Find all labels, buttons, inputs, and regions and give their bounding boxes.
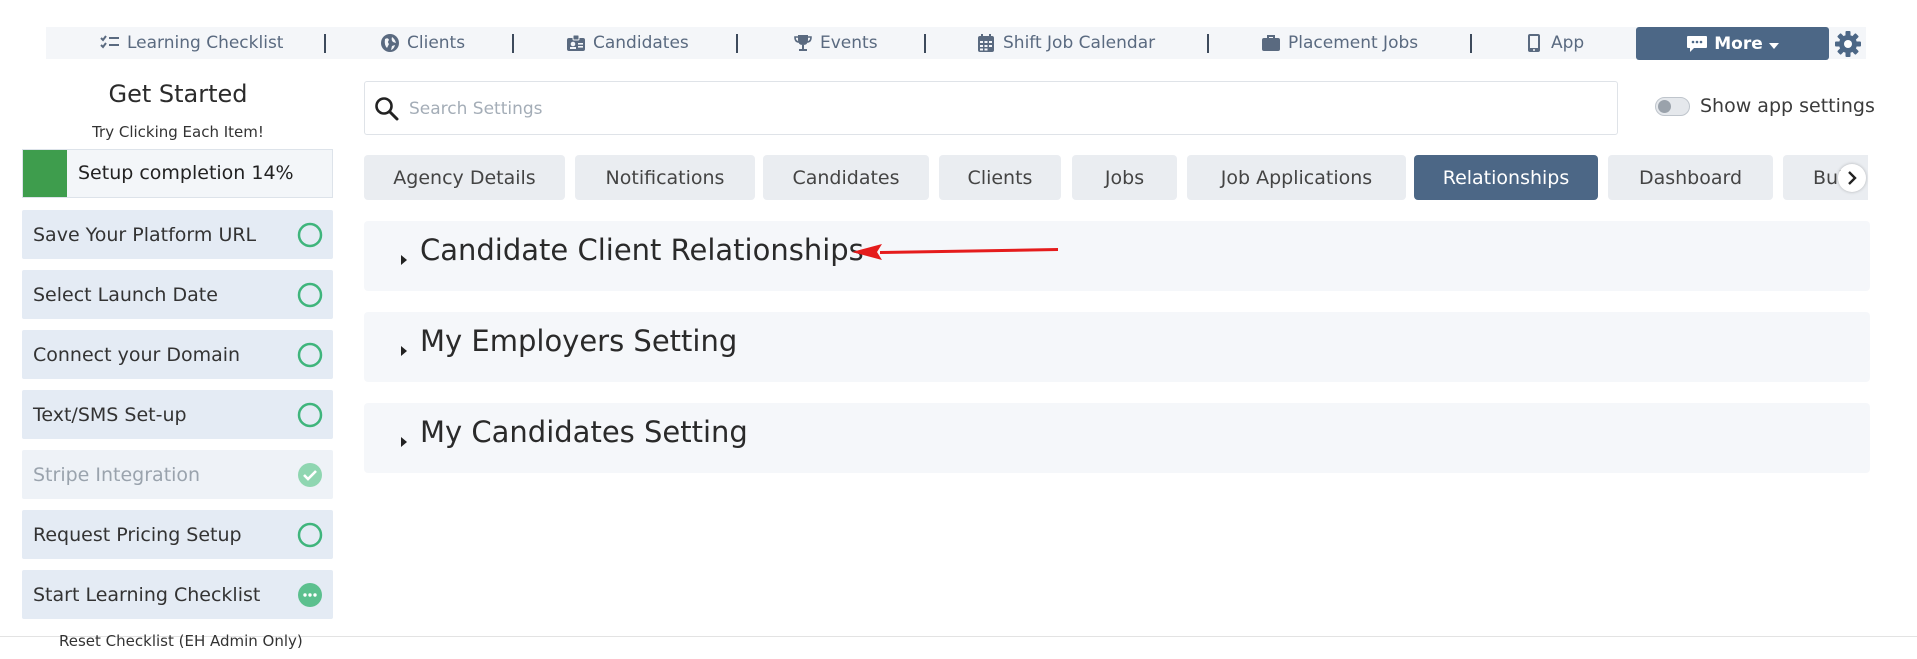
settings-tabs: Agency Details Notifications Candidates … [364,155,1868,200]
checklist-item-label: Start Learning Checklist [33,583,261,606]
settings-search-box [364,81,1618,135]
tab-agency-details[interactable]: Agency Details [364,155,565,200]
search-icon [374,96,400,122]
reset-checklist-link[interactable]: Reset Checklist (EH Admin Only) [59,632,303,650]
annotation-arrow [850,242,1060,262]
show-app-settings-label: Show app settings [1700,95,1875,117]
progress-label: Setup completion 14% [78,162,294,184]
tab-clients[interactable]: Clients [939,155,1061,200]
tab-jobs[interactable]: Jobs [1072,155,1177,200]
checklist-item-label: Select Launch Date [33,283,218,306]
section-title: My Candidates Setting [420,415,748,449]
briefcase-icon [1261,33,1281,53]
nav-learning-checklist[interactable]: Learning Checklist [100,27,283,59]
checklist-item-label: Stripe Integration [33,463,201,486]
empty-circle-icon [297,342,323,368]
checklist-item-label: Connect your Domain [33,343,241,366]
toggle-knob [1658,100,1671,113]
nav-label: Clients [407,33,466,53]
checklist-item-label: Save Your Platform URL [33,223,257,246]
checklist-item-stripe-integration[interactable]: Stripe Integration [22,450,333,499]
nav-label: Placement Jobs [1288,33,1419,53]
more-label: More [1714,33,1763,54]
nav-candidates[interactable]: Candidates [566,27,689,59]
setup-progress-bar: Setup completion 14% [22,149,333,198]
chevron-right-icon [1847,171,1857,185]
section-my-employers-setting[interactable]: My Employers Setting [364,312,1870,382]
nav-events[interactable]: Events [793,27,878,59]
tab-candidates[interactable]: Candidates [763,155,929,200]
section-candidate-client-relationships[interactable]: Candidate Client Relationships [364,221,1870,291]
sidebar-subtitle: Try Clicking Each Item! [92,123,264,141]
nav-clients[interactable]: Clients [380,27,465,59]
nav-divider [324,34,326,53]
check-circle-icon [297,462,323,488]
nav-divider [1207,34,1209,53]
checklist-item-connect-domain[interactable]: Connect your Domain [22,330,333,379]
nav-shift-job-calendar[interactable]: Shift Job Calendar [976,27,1155,59]
checklist-item-text-sms-setup[interactable]: Text/SMS Set-up [22,390,333,439]
trophy-icon [793,33,813,53]
nav-label: Events [820,33,878,53]
checklist-item-save-platform-url[interactable]: Save Your Platform URL [22,210,333,259]
checklist-item-request-pricing-setup[interactable]: Request Pricing Setup [22,510,333,559]
empty-circle-icon [297,222,323,248]
gear-icon[interactable] [1834,30,1862,58]
nav-label: Candidates [593,33,689,53]
nav-label: Learning Checklist [127,33,284,53]
tabs-scroll-right-button[interactable] [1838,164,1866,192]
empty-circle-icon [297,522,323,548]
section-title: My Employers Setting [420,324,738,358]
phone-icon [1524,33,1544,53]
sidebar-title: Get Started [108,80,248,108]
caret-down-icon [1768,34,1779,54]
checklist-item-label: Text/SMS Set-up [33,403,187,426]
settings-search-input[interactable] [407,92,1597,126]
chat-icon [1686,35,1708,53]
tab-job-applications[interactable]: Job Applications [1187,155,1406,200]
globe-icon [380,33,400,53]
top-nav: Learning Checklist Clients Candidates Ev… [46,27,1866,59]
more-menu-button[interactable]: More [1636,27,1829,60]
nav-label: Shift Job Calendar [1003,33,1156,53]
nav-label: App [1551,33,1585,53]
checklist-item-start-learning-checklist[interactable]: Start Learning Checklist [22,570,333,619]
caret-right-icon [400,251,408,265]
checklist-item-label: Request Pricing Setup [33,523,242,546]
progress-fill [23,150,67,197]
nav-divider [924,34,926,53]
tab-notifications[interactable]: Notifications [575,155,755,200]
calendar-icon [976,33,996,53]
tab-dashboard[interactable]: Dashboard [1608,155,1773,200]
nav-app[interactable]: App [1524,27,1584,59]
show-app-settings-toggle[interactable] [1655,97,1690,116]
empty-circle-icon [297,282,323,308]
nav-divider [736,34,738,53]
empty-circle-icon [297,402,323,428]
checklist-item-select-launch-date[interactable]: Select Launch Date [22,270,333,319]
nav-placement-jobs[interactable]: Placement Jobs [1261,27,1418,59]
section-my-candidates-setting[interactable]: My Candidates Setting [364,403,1870,473]
checklist-icon [100,33,120,53]
id-badge-icon [566,33,586,53]
caret-right-icon [400,342,408,356]
section-title: Candidate Client Relationships [420,233,864,267]
nav-divider [1470,34,1472,53]
nav-divider [512,34,514,53]
ellipsis-circle-icon [297,582,323,608]
caret-right-icon [400,433,408,447]
tab-relationships[interactable]: Relationships [1414,155,1598,200]
